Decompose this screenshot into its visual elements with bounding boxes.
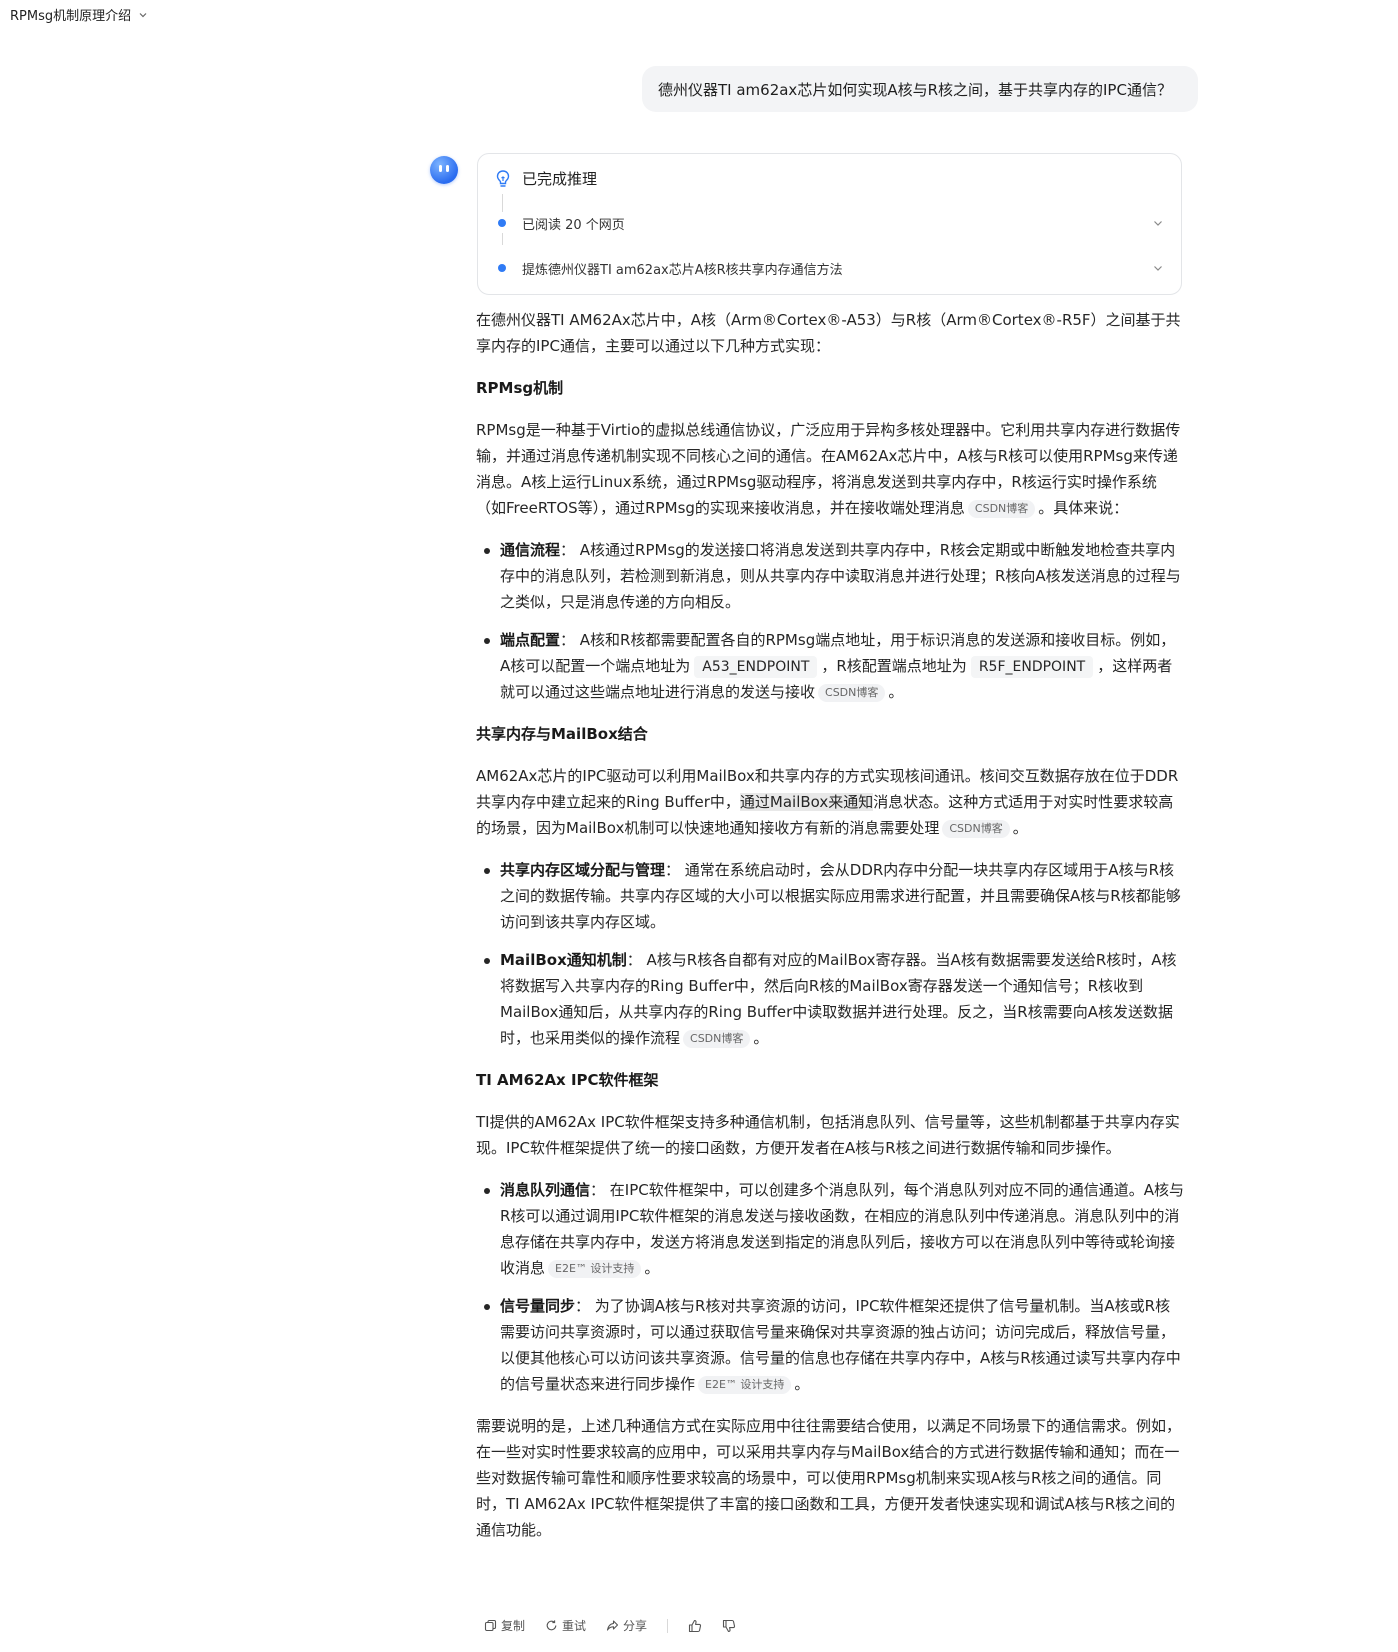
bullet-list: 消息队列通信： 在IPC软件框架中，可以创建多个消息队列，每个消息队列对应不同的… — [476, 1177, 1184, 1397]
copy-icon — [484, 1619, 497, 1632]
section-paragraph: TI提供的AM62Ax IPC软件框架支持多种通信机制，包括消息队列、信号量等，… — [476, 1113, 1180, 1157]
timeline-line — [502, 233, 503, 245]
chevron-down-icon — [139, 12, 147, 17]
list-item: 共享内存区域分配与管理： 通常在系统启动时，会从DDR内存中分配一块共享内存区域… — [484, 857, 1184, 935]
step-dot — [498, 219, 506, 227]
citation-badge[interactable]: E2E™ 设计支持 — [548, 1260, 642, 1278]
bullet-title: MailBox通知机制 — [500, 951, 627, 969]
copy-button[interactable]: 复制 — [484, 1617, 525, 1634]
highlighted-text: 通过MailBox来通知 — [739, 793, 874, 811]
bullet-title: 信号量同步 — [500, 1297, 576, 1315]
reasoning-step-read-pages[interactable]: 已阅读 20 个网页 — [498, 213, 1165, 233]
thumbs-down-button[interactable] — [722, 1619, 736, 1633]
chevron-down-icon — [1154, 266, 1162, 271]
reasoning-step-label: 已阅读 20 个网页 — [522, 217, 625, 233]
bullet-list: 共享内存区域分配与管理： 通常在系统启动时，会从DDR内存中分配一块共享内存区域… — [476, 857, 1184, 1051]
section-paragraph: AM62Ax芯片的IPC驱动可以利用MailBox和共享内存的方式实现核间通讯。… — [476, 767, 1179, 838]
reasoning-step-label: 提炼德州仪器TI am62ax芯片A核R核共享内存通信方法 — [522, 262, 843, 278]
retry-button[interactable]: 重试 — [545, 1617, 586, 1634]
bullet-title: 通信流程 — [500, 541, 561, 559]
bullet-title: 共享内存区域分配与管理 — [500, 861, 666, 879]
section-paragraph: RPMsg是一种基于Virtio的虚拟总线通信协议，广泛应用于异构多核处理器中。… — [476, 421, 1181, 518]
section-heading-ipc-framework: TI AM62Ax IPC软件框架 — [476, 1071, 659, 1089]
retry-label: 重试 — [562, 1619, 587, 1633]
list-item: 信号量同步： 为了协调A核与R核对共享资源的访问，IPC软件框架还提供了信号量机… — [484, 1293, 1184, 1397]
step-dot — [498, 264, 506, 272]
conversation-title-dropdown[interactable]: RPMsg机制原理介绍 — [10, 5, 149, 24]
thumbs-down-icon — [722, 1619, 736, 1632]
user-message-bubble: 德州仪器TI am62ax芯片如何实现A核与R核之间，基于共享内存的IPC通信？ — [642, 66, 1198, 112]
inline-code: R5F_ENDPOINT — [970, 656, 1094, 678]
reasoning-header[interactable]: 已完成推理 — [494, 168, 597, 189]
timeline-line — [502, 194, 503, 212]
message-actions: 复制 重试 分享 — [484, 1617, 736, 1634]
reasoning-title: 已完成推理 — [522, 170, 598, 188]
lightbulb-icon — [496, 169, 510, 187]
user-message-text: 德州仪器TI am62ax芯片如何实现A核与R核之间，基于共享内存的IPC通信？ — [658, 80, 1172, 99]
list-item: 端点配置： A核和R核都需要配置各自的RPMsg端点地址，用于标识消息的发送源和… — [484, 627, 1184, 705]
action-divider — [667, 1618, 669, 1633]
citation-badge[interactable]: CSDN博客 — [942, 820, 1010, 838]
chevron-down-icon — [1154, 221, 1162, 226]
share-icon — [606, 1620, 619, 1631]
citation-badge[interactable]: CSDN博客 — [683, 1030, 751, 1048]
bullet-title: 消息队列通信 — [500, 1181, 591, 1199]
refresh-icon — [546, 1620, 557, 1631]
copy-label: 复制 — [501, 1619, 526, 1633]
list-item: 通信流程： A核通过RPMsg的发送接口将消息发送到共享内存中，R核会定期或中断… — [484, 537, 1184, 615]
bullet-list: 通信流程： A核通过RPMsg的发送接口将消息发送到共享内存中，R核会定期或中断… — [476, 537, 1184, 705]
share-label: 分享 — [623, 1619, 648, 1633]
section-heading-rpmsg: RPMsg机制 — [476, 379, 564, 397]
conversation-title: RPMsg机制原理介绍 — [10, 9, 132, 24]
assistant-avatar — [430, 156, 458, 184]
reasoning-panel: 已完成推理 已阅读 20 个网页 提炼德州仪器TI am62ax芯片A核R核共享… — [477, 153, 1182, 295]
citation-badge[interactable]: E2E™ 设计支持 — [698, 1376, 792, 1394]
inline-code: A53_ENDPOINT — [694, 656, 818, 678]
list-item: MailBox通知机制： A核与R核各自都有对应的MailBox寄存器。当A核有… — [484, 947, 1184, 1051]
reasoning-step-extract[interactable]: 提炼德州仪器TI am62ax芯片A核R核共享内存通信方法 — [498, 258, 1165, 278]
citation-badge[interactable]: CSDN博客 — [967, 500, 1036, 518]
citation-badge[interactable]: CSDN博客 — [818, 684, 886, 702]
list-item: 消息队列通信： 在IPC软件框架中，可以创建多个消息队列，每个消息队列对应不同的… — [484, 1177, 1184, 1281]
answer-conclusion: 需要说明的是，上述几种通信方式在实际应用中往往需要结合使用，以满足不同场景下的通… — [476, 1417, 1182, 1539]
section-heading-mailbox: 共享内存与MailBox结合 — [476, 725, 648, 743]
thumbs-up-button[interactable] — [688, 1619, 702, 1633]
thumbs-up-icon — [688, 1619, 702, 1632]
answer-intro: 在德州仪器TI AM62Ax芯片中，A核（Arm®Cortex®-A53）与R核… — [476, 311, 1181, 355]
assistant-answer: 在德州仪器TI AM62Ax芯片中，A核（Arm®Cortex®-A53）与R核… — [476, 307, 1184, 1559]
share-button[interactable]: 分享 — [606, 1617, 647, 1634]
bullet-title: 端点配置 — [500, 631, 561, 649]
